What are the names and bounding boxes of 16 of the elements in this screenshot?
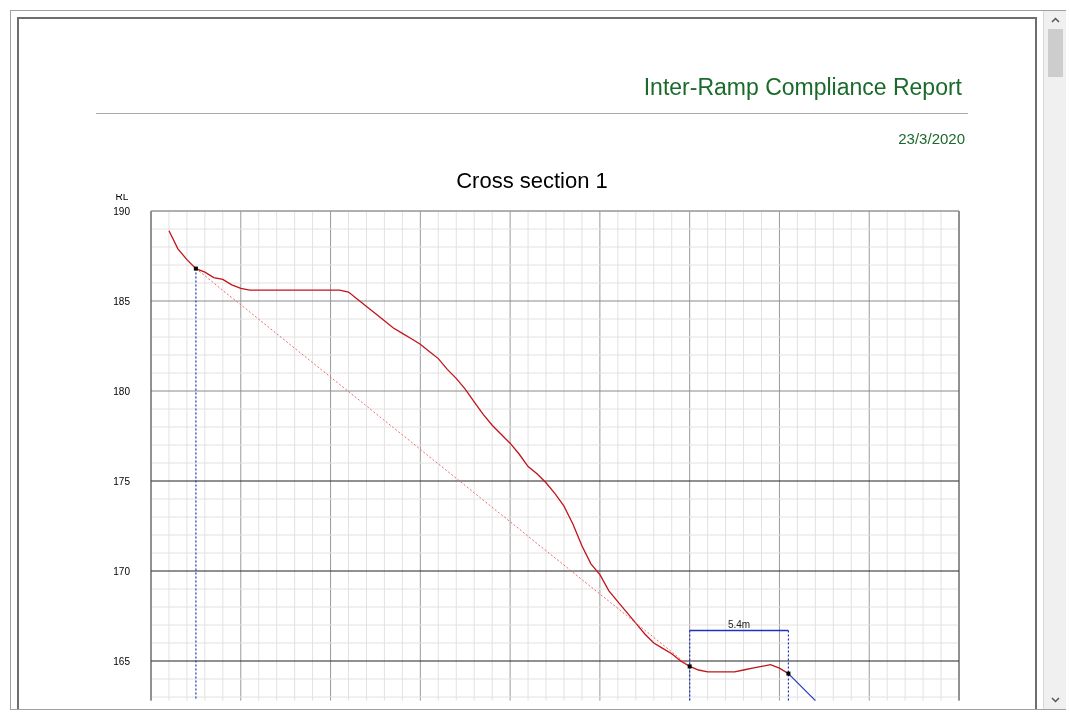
axis-label: 170 — [113, 566, 130, 577]
report-title: Inter-Ramp Compliance Report — [643, 73, 962, 101]
point-marker — [786, 671, 791, 676]
chart-title: Cross section 1 — [456, 168, 608, 194]
point-marker — [687, 664, 692, 669]
axis-title: RL — [115, 194, 129, 202]
axis-label: 180 — [113, 386, 130, 397]
point-marker — [193, 266, 198, 271]
axis-label: 175 — [113, 476, 130, 487]
scroll-thumb[interactable] — [1047, 29, 1063, 77]
scrollbar[interactable] — [1043, 11, 1066, 709]
report-date: 23/3/2020 — [898, 130, 965, 148]
axis-label: 190 — [113, 206, 130, 217]
axis-label: 165 — [113, 656, 130, 667]
axis-label: 185 — [113, 296, 130, 307]
dimension-label: 5.4m — [727, 619, 751, 631]
